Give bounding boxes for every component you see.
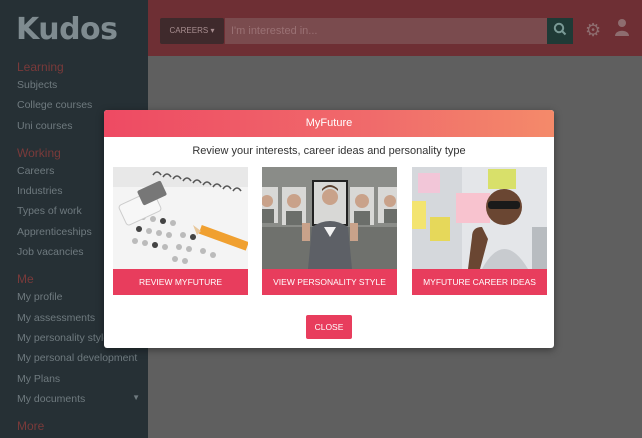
- chevron-down-icon: ▼: [132, 392, 140, 402]
- category-label: CAREERS: [169, 26, 209, 35]
- app-logo[interactable]: Kudos: [0, 0, 148, 56]
- myfuture-modal: MyFuture Review your interests, career i…: [104, 110, 554, 348]
- close-button[interactable]: CLOSE: [306, 315, 352, 339]
- sidebar-item-label: My documents: [17, 392, 86, 405]
- sidebar-item-subjects[interactable]: Subjects: [0, 75, 148, 95]
- category-dropdown[interactable]: CAREERS ▾: [160, 18, 224, 44]
- gear-icon[interactable]: ⚙: [585, 20, 601, 41]
- modal-subtitle: Review your interests, career ideas and …: [192, 145, 466, 157]
- review-myfuture-card[interactable]: REVIEW MYFUTURE: [113, 167, 248, 295]
- chevron-down-icon: ▾: [208, 26, 215, 35]
- sidebar-section-learning: Learning: [17, 60, 64, 74]
- career-ideas-card[interactable]: MYFUTURE CAREER IDEAS: [412, 167, 547, 295]
- search-icon[interactable]: [547, 18, 573, 44]
- view-personality-style-button[interactable]: VIEW PERSONALITY STYLE: [262, 269, 397, 295]
- user-icon[interactable]: [614, 18, 630, 41]
- sticky-notes-image: [412, 167, 547, 269]
- myfuture-career-ideas-button[interactable]: MYFUTURE CAREER IDEAS: [412, 269, 547, 295]
- sidebar-item-my-personal-development[interactable]: My personal development: [0, 348, 148, 368]
- top-header: CAREERS ▾ I'm interested in... ⚙: [148, 0, 642, 56]
- sidebar-item-my-documents[interactable]: My documents ▼: [0, 389, 148, 409]
- personality-style-card[interactable]: VIEW PERSONALITY STYLE: [262, 167, 397, 295]
- sidebar-item-my-plans[interactable]: My Plans: [0, 369, 148, 389]
- personality-faces-image: [262, 167, 397, 269]
- search-input[interactable]: I'm interested in...: [225, 18, 547, 44]
- sidebar-section-more: More: [17, 419, 45, 434]
- modal-title: MyFuture: [104, 110, 554, 137]
- answer-sheet-image: [113, 167, 248, 269]
- review-myfuture-button[interactable]: REVIEW MYFUTURE: [113, 269, 248, 295]
